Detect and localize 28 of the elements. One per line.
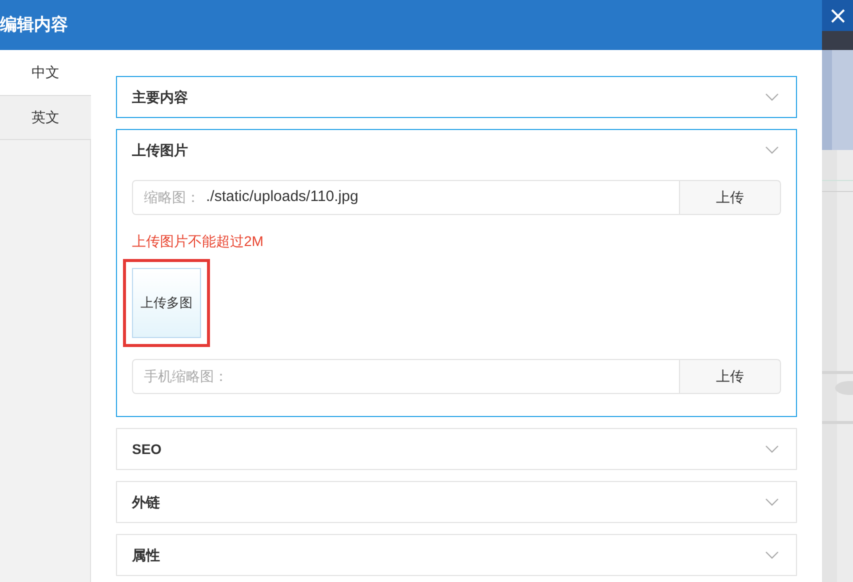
upload-button[interactable]: 上传 — [680, 180, 781, 215]
size-note: 上传图片不能超过2M — [132, 232, 264, 251]
panel-title: 上传图片 — [132, 140, 188, 160]
panel-header[interactable]: 属性 — [117, 535, 796, 575]
chevron-down-icon — [765, 498, 779, 506]
field-label: 手机缩略图： — [144, 367, 228, 386]
field-label: 缩略图： — [144, 188, 200, 207]
chevron-down-icon — [765, 146, 779, 154]
panel-header[interactable]: 外链 — [117, 482, 796, 522]
panel-title: 属性 — [132, 546, 160, 564]
close-button[interactable] — [822, 0, 853, 31]
chevron-down-icon — [765, 551, 779, 559]
panel-header[interactable]: SEO — [117, 429, 796, 469]
panel-header[interactable]: 上传图片 — [117, 130, 796, 170]
dialog-title: 编辑内容 — [0, 14, 68, 36]
panel-header[interactable]: 主要内容 — [117, 77, 796, 117]
input-field[interactable]: 缩略图： ./static/uploads/110.jpg — [132, 180, 680, 215]
upload-multiple-button[interactable]: 上传多图 — [132, 268, 201, 338]
chevron-down-icon — [765, 93, 779, 101]
upload-button[interactable]: 上传 — [680, 359, 781, 394]
panel-title: SEO — [132, 440, 162, 458]
close-icon — [830, 8, 844, 22]
field-value: ./static/uploads/110.jpg — [206, 187, 358, 208]
panel-title: 主要内容 — [132, 88, 188, 106]
panel-title: 外链 — [132, 492, 160, 512]
language-tab[interactable]: 英文 — [0, 95, 91, 140]
language-tab[interactable]: 中文 — [0, 50, 91, 95]
chevron-down-icon — [765, 445, 779, 453]
